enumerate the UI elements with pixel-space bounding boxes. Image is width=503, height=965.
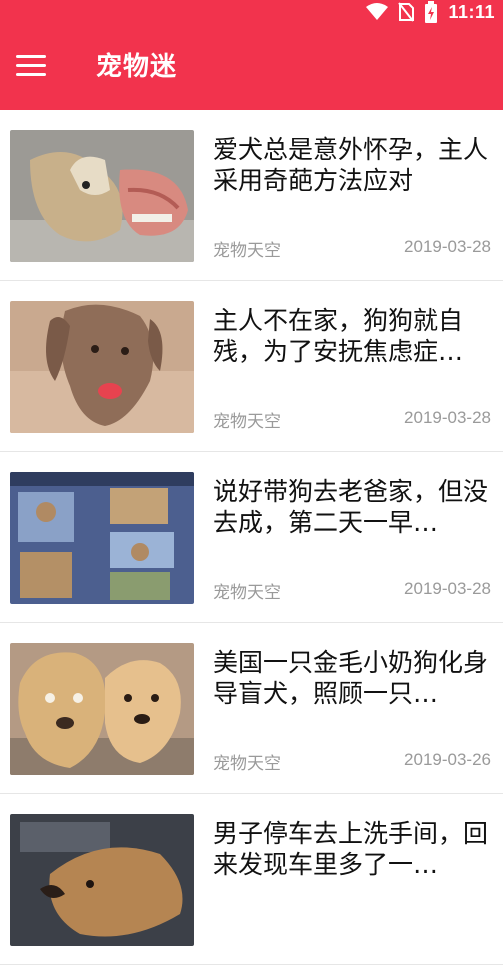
status-bar: 11:11	[0, 0, 503, 24]
article-thumbnail	[10, 643, 194, 775]
article-source: 宠物天空	[213, 412, 281, 432]
list-item[interactable]: 说好带狗去老爸家，但没去成，第二天一早… 宠物天空 2019-03-28	[0, 452, 503, 623]
menu-icon[interactable]	[16, 55, 46, 79]
wifi-icon	[366, 3, 389, 20]
article-source: 宠物天空	[213, 583, 281, 603]
article-date: 2019-03-28	[404, 579, 491, 598]
list-item[interactable]: 主人不在家，狗狗就自残，为了安抚焦虑症… 宠物天空 2019-03-28	[0, 281, 503, 452]
article-title: 男子停车去上洗手间，回来发现车里多了一…	[213, 819, 489, 879]
article-list: 爱犬总是意外怀孕，主人采用奇葩方法应对 宠物天空 2019-03-28 主人不在…	[0, 110, 503, 965]
article-thumbnail	[10, 301, 194, 433]
article-title: 爱犬总是意外怀孕，主人采用奇葩方法应对	[213, 135, 489, 195]
battery-charging-icon	[425, 1, 438, 23]
status-time: 11:11	[448, 1, 495, 22]
article-source: 宠物天空	[213, 754, 281, 774]
app-bar: 宠物迷	[0, 24, 503, 110]
article-thumbnail	[10, 472, 194, 604]
list-item[interactable]: 美国一只金毛小奶狗化身导盲犬，照顾一只… 宠物天空 2019-03-26	[0, 623, 503, 794]
article-date: 2019-03-28	[404, 237, 491, 256]
list-item[interactable]: 爱犬总是意外怀孕，主人采用奇葩方法应对 宠物天空 2019-03-28	[0, 110, 503, 281]
article-thumbnail	[10, 814, 194, 946]
article-title: 说好带狗去老爸家，但没去成，第二天一早…	[213, 477, 489, 537]
no-sim-icon	[398, 2, 415, 22]
article-date: 2019-03-28	[404, 408, 491, 427]
article-date: 2019-03-26	[404, 750, 491, 769]
article-thumbnail	[10, 130, 194, 262]
article-title: 美国一只金毛小奶狗化身导盲犬，照顾一只…	[213, 648, 489, 708]
app-title: 宠物迷	[96, 52, 178, 82]
article-source: 宠物天空	[213, 241, 281, 261]
list-item[interactable]: 男子停车去上洗手间，回来发现车里多了一…	[0, 794, 503, 965]
article-title: 主人不在家，狗狗就自残，为了安抚焦虑症…	[213, 306, 464, 366]
